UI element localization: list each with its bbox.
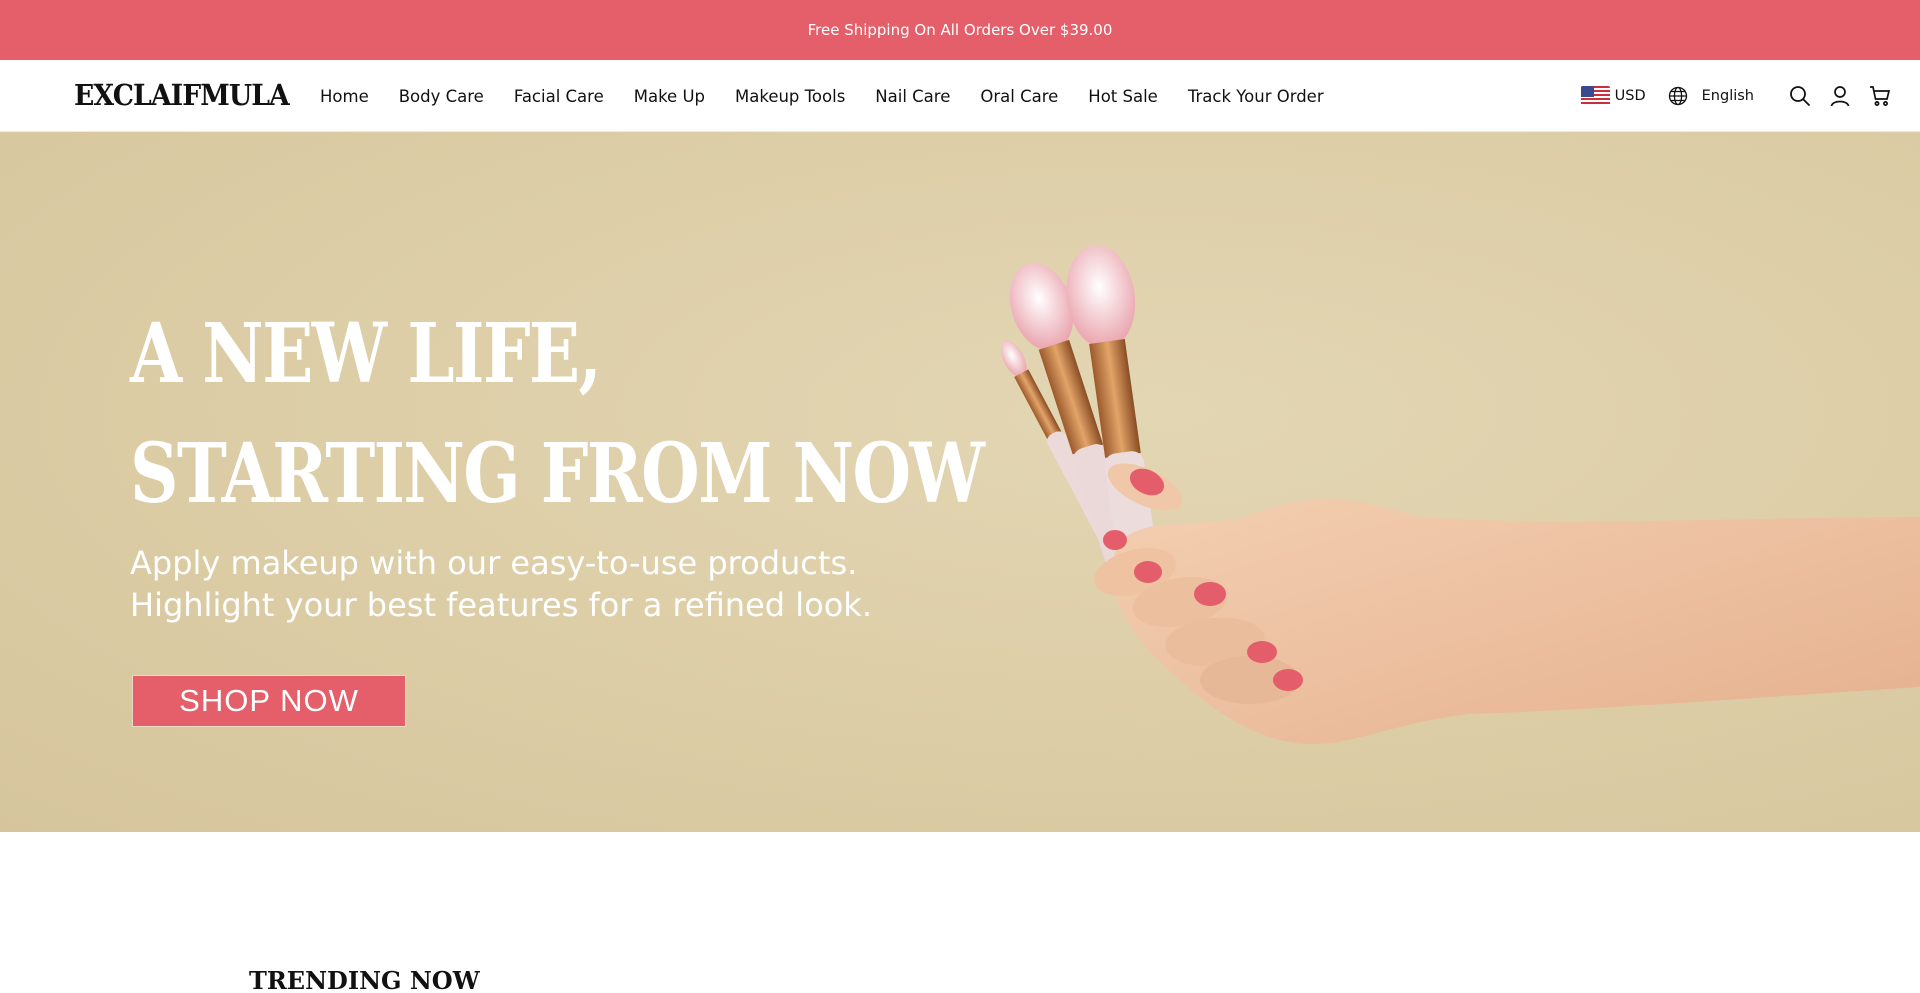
nav-track-order[interactable]: Track Your Order [1188, 87, 1324, 106]
globe-icon [1668, 86, 1687, 106]
nav-home[interactable]: Home [320, 87, 369, 106]
nav-nail-care[interactable]: Nail Care [875, 87, 950, 106]
main-nav: Home Body Care Facial Care Make Up Makeu… [320, 60, 1324, 132]
currency-selector[interactable]: USD [1580, 86, 1646, 106]
hero-subtitle-line-1: Apply makeup with our easy-to-use produc… [130, 544, 858, 582]
nav-body-care[interactable]: Body Care [399, 87, 484, 106]
hero-title-line-2: STARTING FROM NOW [130, 426, 985, 522]
hero-banner: A NEW LIFE, STARTING FROM NOW Apply make… [0, 132, 1920, 832]
search-icon[interactable] [1788, 84, 1812, 108]
hero-subtitle: Apply makeup with our easy-to-use produc… [130, 542, 872, 626]
language-selector[interactable]: English [1668, 86, 1754, 106]
account-icon[interactable] [1828, 84, 1852, 108]
utility-bar: USD English [1580, 60, 1892, 132]
currency-label: USD [1614, 88, 1646, 104]
us-flag-icon [1580, 86, 1610, 106]
trending-section-title: TRENDING NOW [249, 966, 480, 993]
hero-title-line-1: A NEW LIFE, [130, 306, 602, 402]
nav-hot-sale[interactable]: Hot Sale [1088, 87, 1158, 106]
nav-oral-care[interactable]: Oral Care [980, 87, 1058, 106]
nav-makeup-tools[interactable]: Makeup Tools [735, 87, 845, 106]
announcement-text: Free Shipping On All Orders Over $39.00 [807, 21, 1113, 39]
hero-title: A NEW LIFE, STARTING FROM NOW [130, 294, 985, 534]
site-header: EXCLAIFMULA Home Body Care Facial Care M… [0, 60, 1920, 132]
shop-now-button[interactable]: SHOP NOW [132, 675, 406, 727]
cart-icon[interactable] [1868, 84, 1892, 108]
nav-make-up[interactable]: Make Up [634, 87, 705, 106]
brand-logo[interactable]: EXCLAIFMULA [74, 78, 290, 112]
language-label: English [1701, 88, 1754, 104]
hero-subtitle-line-2: Highlight your best features for a refin… [130, 586, 872, 624]
announcement-bar: Free Shipping On All Orders Over $39.00 [0, 0, 1920, 60]
nav-facial-care[interactable]: Facial Care [514, 87, 604, 106]
